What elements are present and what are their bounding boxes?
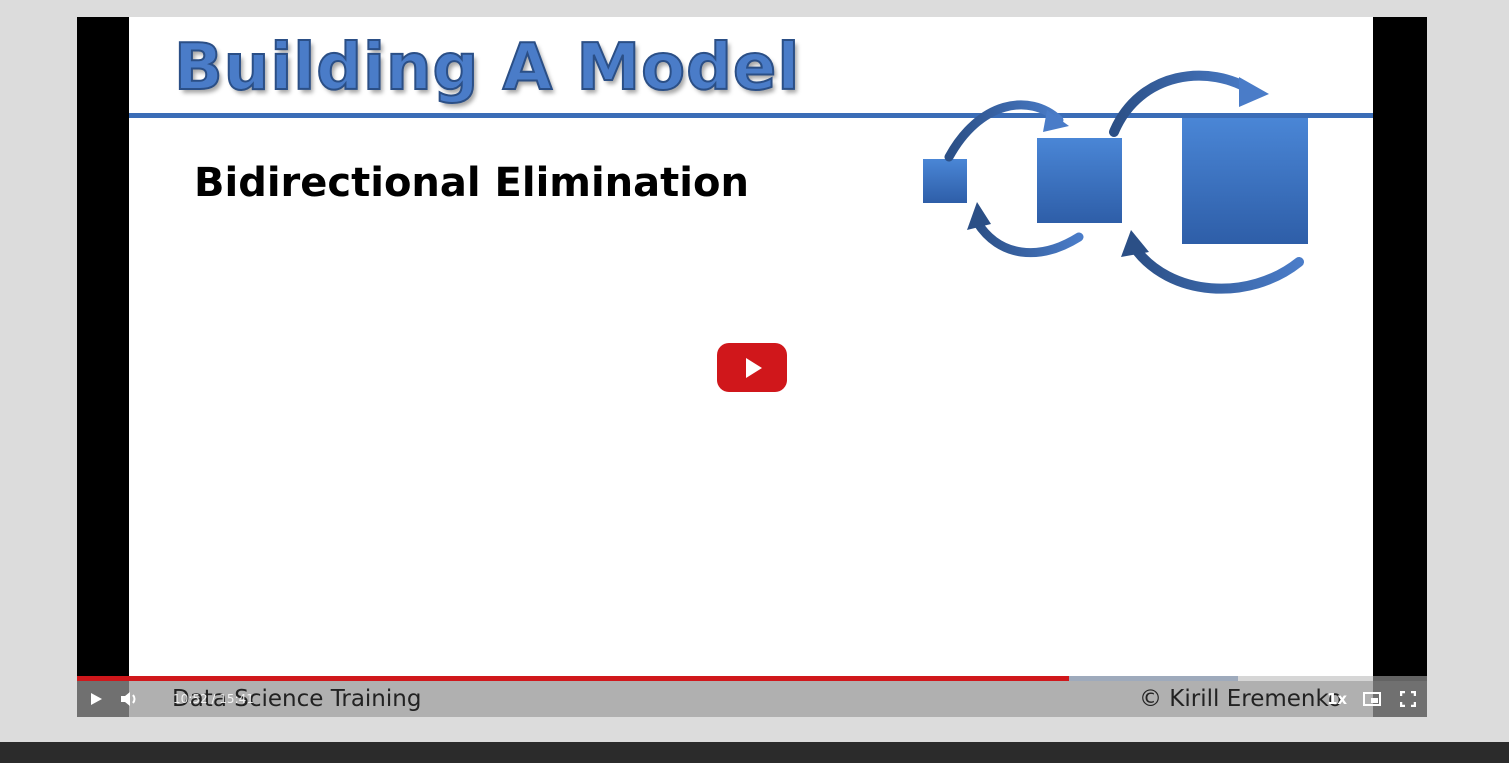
slide-footer-right: © Kirill Eremenko: [1139, 686, 1343, 712]
control-bar: Data Science Training 10:52 / 15:41 © Ki…: [77, 681, 1427, 717]
model-growth-diagram: [923, 70, 1308, 294]
slide-subtitle: Bidirectional Elimination: [194, 160, 749, 206]
current-time: 10:52: [173, 692, 208, 706]
arrow-down-right: [1129, 242, 1304, 294]
slide-title: Building A Model: [173, 30, 801, 106]
picture-in-picture-icon: [1363, 692, 1381, 706]
large-square: [1182, 118, 1308, 244]
fullscreen-button[interactable]: [1397, 688, 1419, 710]
play-icon: [91, 693, 102, 705]
big-play-button[interactable]: [717, 343, 787, 392]
play-button[interactable]: [85, 688, 107, 710]
arrow-down-left: [972, 217, 1084, 258]
page-bottom-bar: [0, 742, 1509, 763]
time-display: 10:52 / 15:41: [173, 692, 254, 706]
duration: 15:41: [219, 692, 254, 706]
time-separator: /: [211, 692, 216, 706]
picture-in-picture-button[interactable]: [1361, 688, 1383, 710]
volume-button[interactable]: [119, 688, 141, 710]
volume-icon: [121, 692, 136, 706]
playback-speed-button[interactable]: 1x: [1327, 690, 1347, 708]
small-square: [923, 159, 967, 203]
medium-square: [1037, 138, 1122, 223]
video-player[interactable]: Building A Model Bidirectional Eliminati…: [77, 17, 1427, 717]
fullscreen-icon: [1400, 691, 1416, 707]
